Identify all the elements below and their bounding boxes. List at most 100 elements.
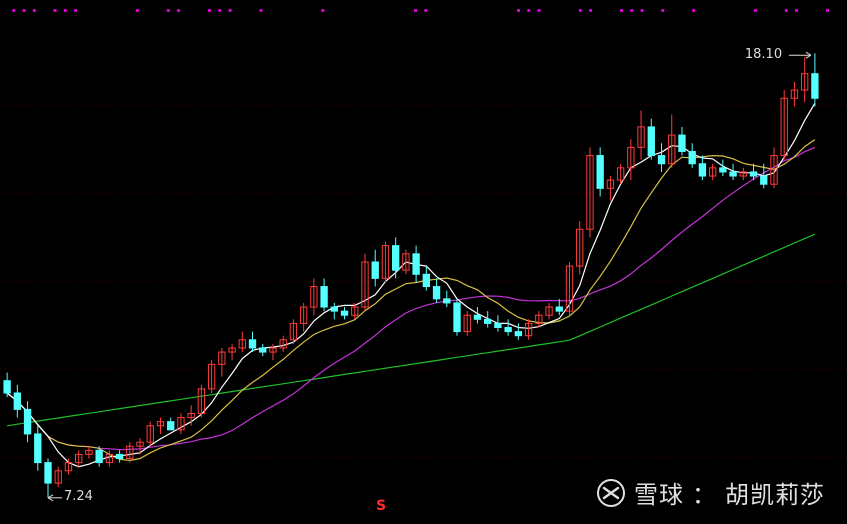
signal-marker [22,9,26,12]
candle [422,266,431,291]
candle [3,372,11,398]
signal-marker [784,9,788,12]
sell-signal-mark: S [376,498,387,514]
signal-marker [53,9,57,12]
candle [391,237,400,279]
signal-marker [414,9,417,12]
candle [218,347,226,377]
candle [463,311,471,336]
candle-body-down [688,150,696,165]
signal-marker [63,9,67,12]
candle-body-down [23,408,32,435]
candle-body-down [167,421,175,431]
signal-marker [620,9,623,12]
signal-marker [166,9,170,12]
candle [494,315,502,332]
candle [207,360,216,393]
candle-body-down [504,327,512,333]
candle-body-down [412,253,420,275]
candle-body-down [13,392,22,410]
candle [279,335,287,353]
candle-body-down [259,347,267,353]
high-price-label: 18.10 [744,47,783,63]
candle [596,147,604,197]
candle-body-down [596,155,604,189]
candle [340,307,349,320]
watermark-author: 胡凯莉莎 [725,481,825,509]
candle [545,302,553,320]
candle [320,278,328,312]
candle-body-down [514,331,523,337]
candle [371,249,379,287]
candle [514,323,523,340]
watermark-brand: 雪球 [634,481,684,509]
signal-marker [826,9,829,12]
candle [238,331,246,353]
candle [668,114,676,168]
signal-marker [640,9,644,12]
candle [627,139,635,181]
candle-body-down [657,155,666,165]
candle [473,307,482,324]
signal-marker [12,9,16,12]
candlestick-chart [0,9,847,502]
candle [330,302,338,320]
candle [248,331,257,353]
candle [136,438,144,455]
candle [800,57,809,103]
candle [13,384,22,418]
candle-body-down [678,134,686,152]
signal-marker [517,9,520,12]
candle-body-down [432,286,441,300]
signal-marker [630,9,634,12]
signal-marker [661,9,665,12]
signal-marker [135,9,139,12]
candle [698,155,707,181]
candle-body-down [34,433,42,464]
candle [412,245,420,283]
candle-body-down [320,286,328,308]
candle [156,417,165,434]
watermark: 雪球 ： 胡凯莉莎 [596,475,825,510]
candle-body-down [698,163,707,177]
candle-body-down [115,453,124,459]
candle-body-down [760,175,768,185]
signal-marker [228,9,232,12]
candle-body-down [647,126,655,157]
candle [299,302,308,332]
signal-marker [259,9,263,12]
candle [657,143,666,172]
signal-marker [589,9,593,12]
signal-marker [177,9,181,12]
candle-body-down [729,171,737,177]
signal-marker [208,9,211,12]
top-signal-markers [12,9,829,12]
candle [289,319,298,344]
candle [688,143,696,168]
signal-marker [321,9,325,12]
candle [780,90,788,160]
candle-body-down [95,449,103,464]
candle-body-down [473,314,482,320]
signal-marker [753,9,757,12]
candle-body-down [494,322,502,328]
candle [484,311,492,328]
signal-marker [32,9,36,12]
candle [790,81,799,107]
candle [115,450,124,463]
watermark-separator: ： [692,481,717,509]
candle-body-down [811,73,819,99]
candle-body-down [453,302,461,333]
candle-body-down [749,171,758,177]
candle-body-down [555,306,563,312]
candle [647,118,655,160]
candle-body-down [422,273,431,288]
candle-body-down [484,318,492,324]
candle [146,421,154,447]
signal-marker [527,9,531,12]
candle-body-down [3,380,11,394]
candle [443,290,451,308]
signal-marker [424,9,428,12]
candle [34,425,42,471]
candle [719,159,727,177]
